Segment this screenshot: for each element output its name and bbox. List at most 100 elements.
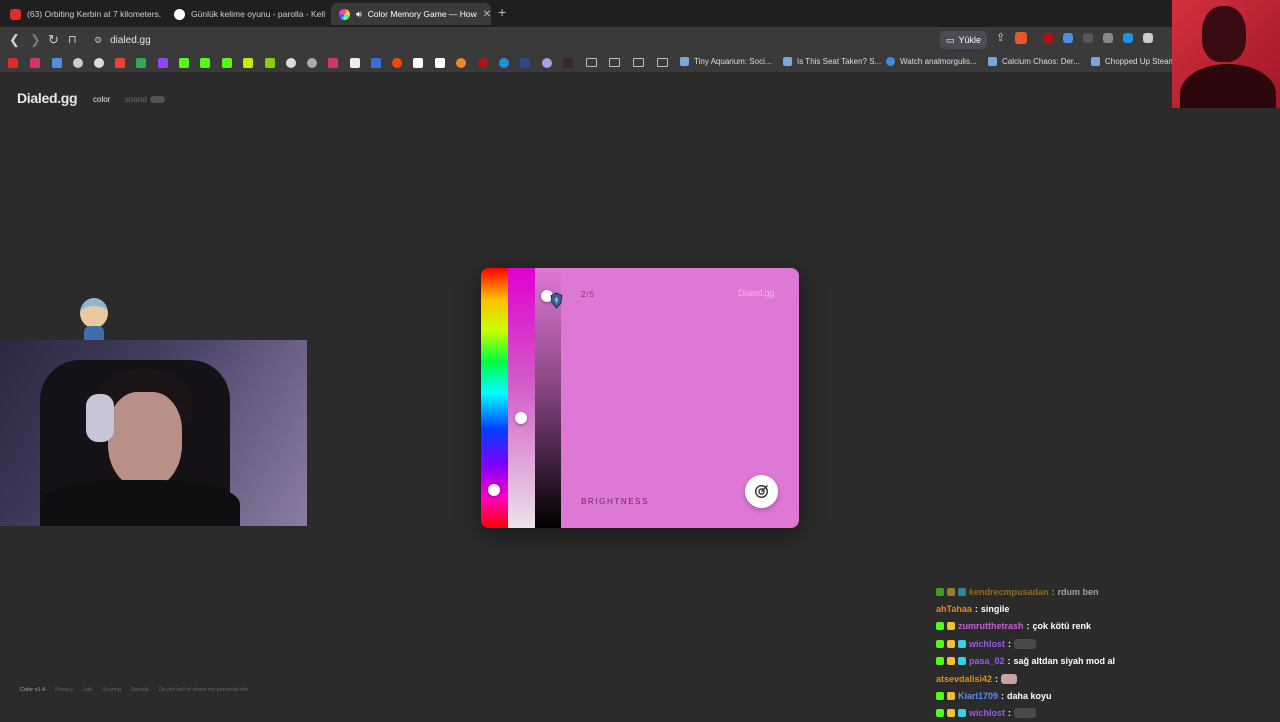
translate-bookmark-icon[interactable] bbox=[52, 58, 62, 68]
bookmark-icon[interactable] bbox=[456, 58, 466, 68]
chat-badge-icon bbox=[936, 657, 944, 666]
steam-icon bbox=[1091, 57, 1100, 66]
submit-guess-button[interactable] bbox=[745, 475, 778, 508]
extension-icon[interactable] bbox=[1123, 32, 1134, 43]
site-info-icon[interactable]: ⚙ bbox=[94, 35, 102, 46]
saturation-slider-knob[interactable] bbox=[515, 411, 527, 424]
chat-username[interactable]: ahTahaa bbox=[936, 604, 972, 614]
chat-username[interactable]: pasa_02 bbox=[969, 656, 1005, 666]
hue-slider-knob[interactable] bbox=[488, 483, 500, 496]
x-bookmark-icon[interactable] bbox=[350, 58, 360, 68]
chat-username[interactable]: atsevdalisi42 bbox=[936, 674, 992, 684]
version-label: Color v1.4 bbox=[20, 687, 46, 693]
footer-privacy-link[interactable]: Privacy bbox=[55, 687, 73, 693]
anchor-bookmark-icon[interactable] bbox=[286, 58, 296, 68]
address-bar[interactable]: ⚙ dialed.gg bbox=[88, 30, 928, 50]
round-counter: 2/5 bbox=[581, 290, 596, 299]
kick-bookmark-icon[interactable] bbox=[179, 58, 189, 68]
hue-slider[interactable] bbox=[481, 268, 508, 528]
bookmarks-bar: Tiny Aquarium: Soci... Is This Seat Take… bbox=[0, 53, 1280, 73]
bookmark-icon[interactable] bbox=[371, 58, 381, 68]
bookmark-seat-taken[interactable]: Is This Seat Taken? S... bbox=[783, 57, 881, 66]
bookmark-icon[interactable] bbox=[478, 58, 488, 68]
tab-color-memory-game[interactable]: 🔊︎ Color Memory Game — How ✕ bbox=[331, 3, 491, 25]
bookmark-watch[interactable]: Watch analmorgulis... bbox=[886, 57, 977, 66]
extensions-menu-icon[interactable] bbox=[1143, 32, 1154, 43]
share-icon[interactable]: ⇪ bbox=[996, 31, 1005, 44]
footer-donotsell-link[interactable]: Do not sell or share my personal info bbox=[159, 687, 249, 693]
footer-scoring-link[interactable]: Scoring bbox=[102, 687, 121, 693]
extension-icon[interactable] bbox=[1063, 32, 1074, 43]
mal-bookmark-icon[interactable] bbox=[520, 58, 530, 68]
gmail-bookmark-icon[interactable] bbox=[115, 58, 125, 68]
upload-button[interactable]: ▭ Yükle bbox=[940, 31, 988, 49]
bookmark-icon[interactable] bbox=[307, 58, 317, 68]
headset bbox=[86, 394, 114, 442]
footer-socials-link[interactable]: Socials bbox=[131, 687, 149, 693]
brave-shield-icon[interactable] bbox=[1015, 31, 1028, 44]
tab-title: Color Memory Game — How bbox=[367, 9, 477, 19]
bookmark-icon[interactable] bbox=[265, 58, 275, 68]
chat-separator: : bbox=[1026, 621, 1030, 632]
reload-icon[interactable]: ↻ bbox=[48, 32, 59, 48]
chat-badge-icon bbox=[947, 709, 955, 718]
avatar-body bbox=[1180, 64, 1276, 108]
bookmark-tiny-aquarium[interactable]: Tiny Aquarium: Soci... bbox=[680, 57, 772, 66]
footer-lab-link[interactable]: Lab bbox=[83, 687, 92, 693]
chat-message: atsevdalisi42: bbox=[936, 670, 1280, 687]
chat-username[interactable]: wichlost bbox=[969, 708, 1005, 718]
kick-bookmark-icon[interactable] bbox=[200, 58, 210, 68]
tab-parolla[interactable]: Günlük kelime oyunu - parolla - Keli bbox=[166, 3, 328, 25]
bookmark-icon[interactable] bbox=[413, 58, 423, 68]
bookmark-icon[interactable]: ⊓ bbox=[68, 33, 77, 46]
globe-bookmark-icon[interactable] bbox=[94, 58, 104, 68]
chat-username[interactable]: zumrutthetrash bbox=[958, 621, 1024, 631]
kick-bookmark-icon[interactable] bbox=[222, 58, 232, 68]
instagram-bookmark-icon[interactable] bbox=[30, 58, 40, 68]
chat-text: çok kötü renk bbox=[1032, 621, 1092, 632]
chat-badge-icon bbox=[947, 657, 955, 666]
forward-icon[interactable]: ❯ bbox=[30, 32, 41, 48]
bookmark-calcium-chaos[interactable]: Calcium Chaos: Der... bbox=[988, 57, 1080, 66]
folder-icon[interactable] bbox=[633, 58, 644, 67]
bookmark-label: Is This Seat Taken? S... bbox=[797, 57, 882, 66]
chat-username[interactable]: Kiari1709 bbox=[958, 691, 998, 701]
bookmark-icon[interactable] bbox=[542, 58, 552, 68]
speaker-icon[interactable]: 🔊︎ bbox=[356, 9, 362, 20]
chat-text: singile bbox=[980, 604, 1010, 615]
new-tab-button[interactable]: + bbox=[498, 4, 506, 20]
chat-message: pasa_02: sağ altdan siyah mod al bbox=[936, 653, 1280, 670]
bookmark-icon[interactable] bbox=[243, 58, 253, 68]
shield-badge-icon bbox=[550, 292, 563, 309]
ublock-icon[interactable] bbox=[1043, 32, 1054, 43]
globe-bookmark-icon[interactable] bbox=[73, 58, 83, 68]
chat-badge-icon bbox=[958, 709, 966, 718]
bookmark-chopped-up[interactable]: Chopped Up Steam bbox=[1091, 57, 1175, 66]
nav-color-link[interactable]: color bbox=[93, 95, 110, 104]
chat-badge-icon bbox=[936, 639, 944, 648]
amazon-bookmark-icon[interactable] bbox=[435, 58, 445, 68]
bookmark-label: Chopped Up Steam bbox=[1105, 57, 1176, 66]
close-tab-icon[interactable]: ✕ bbox=[483, 9, 491, 20]
site-logo[interactable]: Dialed.gg bbox=[17, 90, 78, 106]
chat-username[interactable]: wichlost bbox=[969, 639, 1005, 649]
bookmark-label: Calcium Chaos: Der... bbox=[1002, 57, 1080, 66]
bookmark-icon[interactable] bbox=[499, 58, 509, 68]
reddit-bookmark-icon[interactable] bbox=[392, 58, 402, 68]
twitch-bookmark-icon[interactable] bbox=[158, 58, 168, 68]
youtube-bookmark-icon[interactable] bbox=[8, 58, 18, 68]
folder-icon[interactable] bbox=[609, 58, 620, 67]
saturation-slider[interactable] bbox=[508, 268, 535, 528]
soon-badge bbox=[149, 96, 165, 103]
chat-badge-icon bbox=[936, 709, 944, 718]
extension-icon[interactable] bbox=[1103, 32, 1114, 43]
bookmark-icon[interactable] bbox=[563, 58, 573, 68]
folder-icon[interactable] bbox=[586, 58, 597, 67]
folder-icon[interactable] bbox=[657, 58, 668, 67]
drive-bookmark-icon[interactable] bbox=[136, 58, 146, 68]
tab-youtube[interactable]: (63) Orbiting Kerbin at 7 kilometers. bbox=[2, 3, 164, 25]
bookmark-icon[interactable] bbox=[328, 58, 338, 68]
chat-username[interactable]: kendrecmpusadan bbox=[969, 587, 1049, 597]
extension-icon[interactable] bbox=[1083, 32, 1094, 43]
back-icon[interactable]: ❮ bbox=[9, 32, 20, 48]
